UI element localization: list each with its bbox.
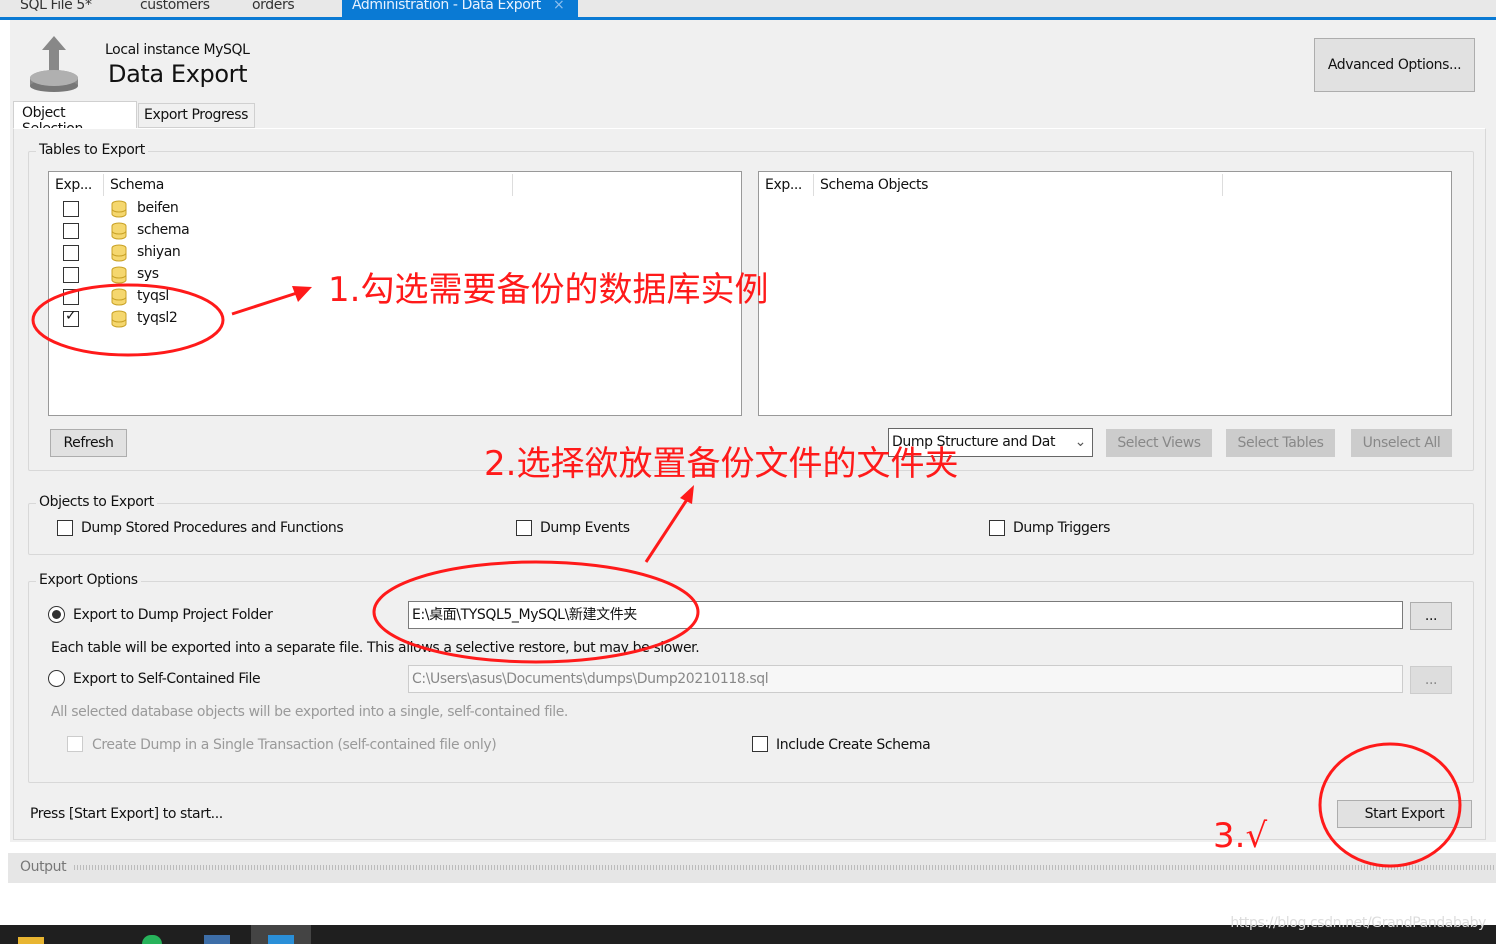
annotation-circle-schema <box>31 283 225 357</box>
annotation-step1: 1.勾选需要备份的数据库实例 <box>328 270 769 310</box>
annotation-arrow-1 <box>231 290 301 316</box>
annotation-circle-start <box>1318 742 1462 868</box>
annotation-step3: 3.√ <box>1213 816 1268 856</box>
annotation-step2: 2.选择欲放置备份文件的文件夹 <box>484 444 959 484</box>
annotation-circle-folder <box>372 560 700 664</box>
annotation-arrow-2 <box>644 497 690 563</box>
